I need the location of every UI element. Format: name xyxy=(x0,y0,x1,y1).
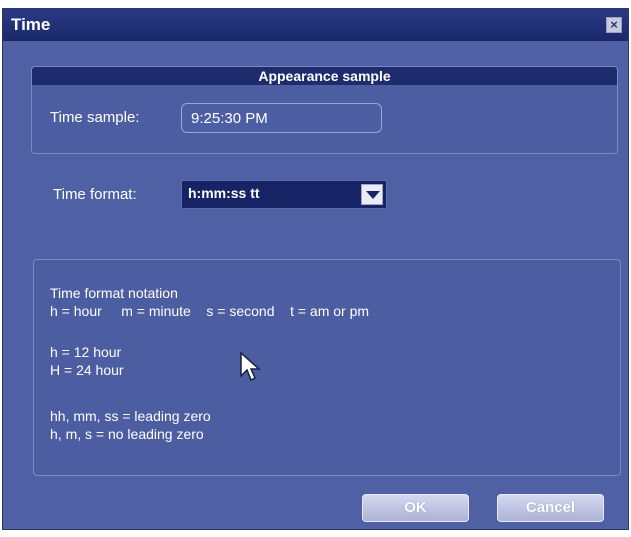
window-title: Time xyxy=(11,15,51,34)
ok-button[interactable]: OK xyxy=(362,494,469,522)
close-icon: × xyxy=(610,17,618,32)
appearance-sample-group: Appearance sample Time sample: 9:25:30 P… xyxy=(31,66,618,154)
close-button[interactable]: × xyxy=(606,17,622,33)
time-sample-field: 9:25:30 PM xyxy=(181,103,382,133)
notation-title: Time format notation xyxy=(50,285,178,301)
notation-no-leading-zero: h, m, s = no leading zero xyxy=(50,426,204,442)
cancel-button[interactable]: Cancel xyxy=(497,494,604,522)
notation-12-hour: h = 12 hour xyxy=(50,344,122,360)
time-format-value: h:mm:ss tt xyxy=(188,185,260,201)
time-sample-label: Time sample: xyxy=(50,109,140,126)
mouse-pointer-icon xyxy=(240,352,261,382)
appearance-sample-header: Appearance sample xyxy=(32,67,617,85)
notation-leading-zero: hh, mm, ss = leading zero xyxy=(50,408,211,424)
notation-group: Time format notation h = hour m = minute… xyxy=(33,259,621,476)
notation-legend: h = hour m = minute s = second t = am or… xyxy=(50,303,370,319)
chevron-down-icon[interactable] xyxy=(361,184,383,205)
time-dialog: Time × Appearance sample Time sample: 9:… xyxy=(2,8,629,530)
title-bar: Time × xyxy=(3,9,628,41)
time-format-label: Time format: xyxy=(53,186,137,203)
notation-24-hour: H = 24 hour xyxy=(50,362,124,378)
time-format-dropdown[interactable]: h:mm:ss tt xyxy=(181,180,387,209)
